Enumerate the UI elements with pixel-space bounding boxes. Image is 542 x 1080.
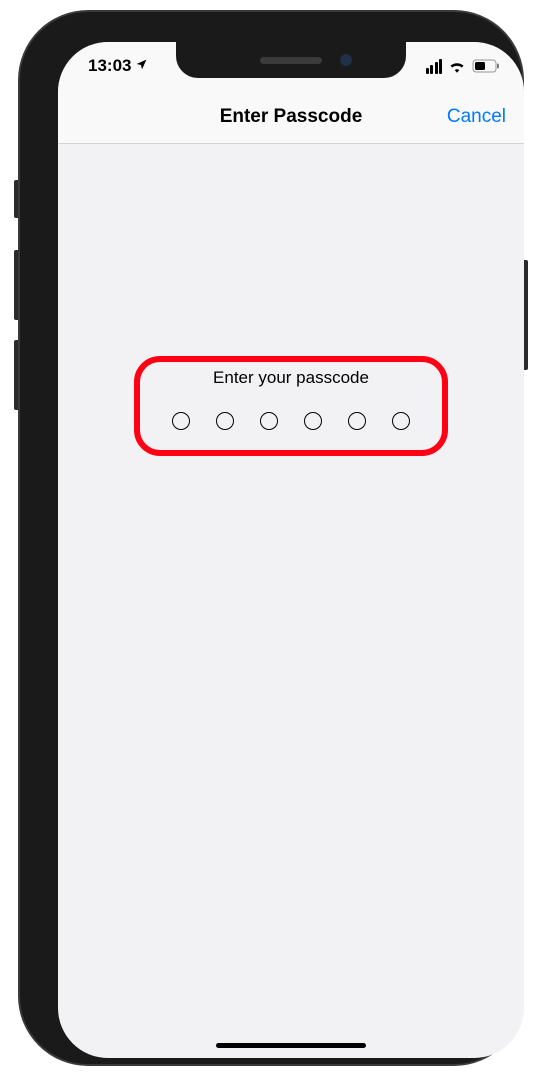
passcode-dot (172, 412, 190, 430)
status-time: 13:03 (88, 56, 131, 76)
phone-speaker (260, 57, 322, 64)
passcode-entry[interactable]: Enter your passcode (58, 368, 524, 430)
passcode-dot (216, 412, 234, 430)
nav-bar: Enter Passcode Cancel (58, 90, 524, 144)
location-arrow-icon (135, 56, 148, 76)
passcode-dot (348, 412, 366, 430)
battery-icon (472, 59, 500, 73)
status-right (426, 59, 501, 74)
home-indicator[interactable] (216, 1043, 366, 1048)
phone-front-camera (340, 54, 352, 66)
screen: 13:03 (58, 42, 524, 1058)
passcode-dot (392, 412, 410, 430)
passcode-dot (260, 412, 278, 430)
wifi-icon (448, 59, 466, 73)
page-title: Enter Passcode (220, 106, 363, 128)
cellular-signal-icon (426, 59, 443, 74)
passcode-dot (304, 412, 322, 430)
cancel-button[interactable]: Cancel (447, 106, 506, 128)
status-left: 13:03 (88, 56, 148, 76)
content-area: Enter your passcode (58, 144, 524, 1058)
passcode-prompt: Enter your passcode (58, 368, 524, 388)
phone-frame: 13:03 (20, 12, 522, 1064)
passcode-dots (58, 412, 524, 430)
phone-notch (176, 42, 406, 78)
